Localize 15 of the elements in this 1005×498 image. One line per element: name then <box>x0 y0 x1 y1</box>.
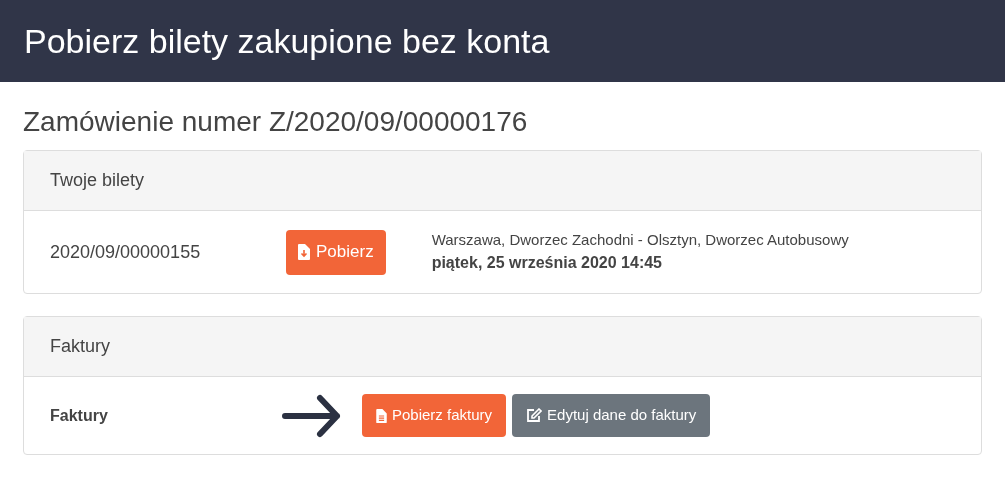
page-title: Pobierz bilety zakupione bez konta <box>24 20 550 62</box>
card-title: Twoje bilety <box>50 169 145 192</box>
order-title: Zamówienie numer Z/2020/09/00000176 <box>23 105 529 139</box>
file-download-icon <box>298 244 310 260</box>
arrow-icon <box>282 392 342 439</box>
card-title: Faktury <box>50 335 110 358</box>
download-invoices-button[interactable]: Pobierz faktury <box>362 394 507 437</box>
edit-invoice-button[interactable]: Edytuj dane do faktury <box>512 394 711 437</box>
invoices-label: Faktury <box>50 405 109 426</box>
edit-icon <box>526 408 543 423</box>
document-icon <box>376 408 387 423</box>
download-button[interactable]: Pobierz <box>286 229 386 275</box>
departure-date: piątek, 25 września 2020 14:45 <box>431 253 663 274</box>
ticket-number: 2020/09/00000155 <box>50 240 202 264</box>
route-text: Warszawa, Dworzec Zachodni - Olsztyn, Dworzec Autobusowy <box>431 229 849 250</box>
